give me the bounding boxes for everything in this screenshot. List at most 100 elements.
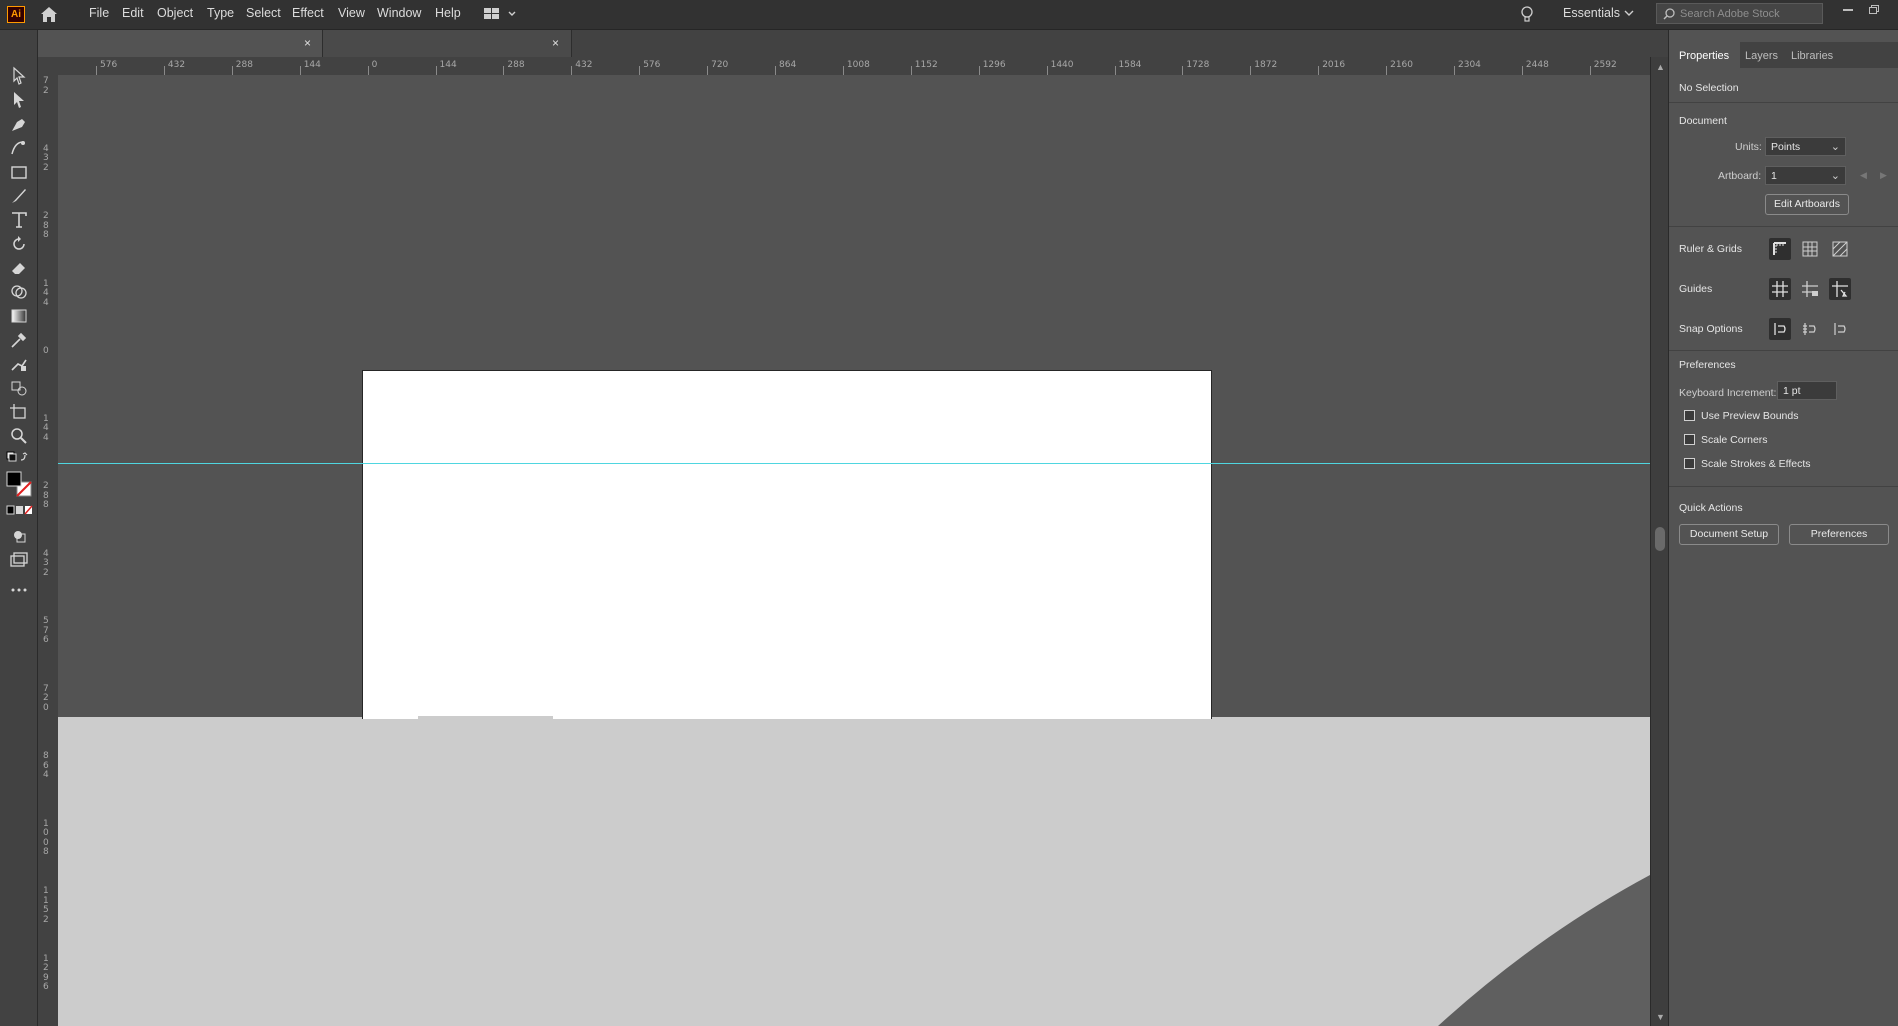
symbol-sprayer-tool-icon[interactable] [9,378,29,398]
scale-corners-checkbox[interactable] [1684,434,1695,445]
ruler-label: 0 [43,346,49,356]
menu-object[interactable]: Object [157,6,193,20]
ruler-label: 4 3 2 [43,548,49,578]
fill-stroke-swatch-icon[interactable] [5,470,33,500]
type-tool-icon[interactable] [9,210,29,230]
curvature-tool-icon[interactable] [9,138,29,158]
menu-view[interactable]: View [338,6,365,20]
ruler-label: 1728 [1186,60,1210,70]
eyedropper-tool-icon[interactable] [9,330,29,350]
draw-mode-icon[interactable] [9,526,29,546]
ruler-label: 1 0 0 8 [43,818,49,857]
transparency-grid-icon[interactable] [1829,238,1851,260]
document-tab-1[interactable]: × [38,30,323,57]
vertical-scrollbar[interactable]: ▲ ▼ [1650,57,1669,1026]
minimize-icon[interactable] [1843,9,1853,11]
canvas[interactable] [58,75,1650,1026]
menu-edit[interactable]: Edit [122,6,144,20]
rectangle-tool-icon[interactable] [9,162,29,182]
guide-line[interactable] [58,463,1650,464]
home-icon[interactable] [40,6,58,23]
menu-type[interactable]: Type [207,6,234,20]
tab-layers[interactable]: Layers [1745,50,1778,62]
ruler-icon[interactable] [1769,238,1791,260]
ruler-label: 7 2 0 [43,683,49,713]
ruler-label: 576 [100,60,118,70]
chevron-down-icon[interactable] [1624,9,1634,17]
ruler-tick [299,66,301,75]
pen-tool-icon[interactable] [9,114,29,134]
color-mode-icon[interactable] [5,504,33,518]
menu-select[interactable]: Select [246,6,281,20]
properties-panel: Properties Layers Libraries No Selection… [1668,30,1898,1026]
shape-builder-tool-icon[interactable] [9,282,29,302]
close-tab-icon[interactable]: × [304,36,311,50]
menu-window[interactable]: Window [377,6,421,20]
scroll-down-icon[interactable]: ▼ [1656,1012,1665,1022]
artboard-select[interactable]: 1 ⌄ [1765,166,1846,185]
arrange-documents-icon[interactable] [482,6,522,22]
lock-guides-icon[interactable] [1799,278,1821,300]
direct-selection-tool-icon[interactable] [9,90,29,110]
ruler-tick [1250,66,1252,75]
preferences-button[interactable]: Preferences [1789,524,1889,545]
gradient-tool-icon[interactable] [9,306,29,326]
menu-help[interactable]: Help [435,6,461,20]
ruler-tick [978,66,980,75]
divider [1669,486,1898,487]
app-logo: Ai [7,6,25,23]
ruler-label: 1 4 4 [43,278,49,308]
show-guides-icon[interactable] [1769,278,1791,300]
smart-guides-icon[interactable] [1829,278,1851,300]
snap-options-label: Snap Options [1679,323,1743,335]
tab-properties[interactable]: Properties [1679,50,1729,62]
screen-mode-icon[interactable] [9,550,29,570]
document-tab-bar: × × [38,30,1668,57]
artboard[interactable] [362,370,1212,719]
tab-libraries[interactable]: Libraries [1791,50,1833,62]
ruler-label: 1 1 5 2 [43,886,49,925]
blend-tool-icon[interactable] [9,354,29,374]
next-artboard-icon[interactable]: ▶ [1880,170,1887,181]
prev-artboard-icon[interactable]: ◀ [1860,170,1867,181]
keyboard-increment-label: Keyboard Increment: [1679,387,1777,399]
restore-window-icon[interactable] [1869,5,1879,14]
ruler-tick [367,66,369,75]
paintbrush-tool-icon[interactable] [9,186,29,206]
document-setup-button[interactable]: Document Setup [1679,524,1779,545]
artboard-tool-icon[interactable] [9,402,29,422]
document-tab-2[interactable]: × [323,30,572,57]
more-tools-icon[interactable] [9,580,29,600]
ruler-tick [571,66,573,75]
scroll-up-icon[interactable]: ▲ [1656,62,1665,72]
swap-fill-stroke-icon[interactable] [5,450,29,470]
stock-search-input[interactable]: Search Adobe Stock [1656,3,1823,24]
document-header: Document [1679,115,1727,127]
close-tab-icon[interactable]: × [552,36,559,50]
snap-to-pixel-icon[interactable] [1829,318,1851,340]
artboard-value: 1 [1771,170,1777,182]
menu-effect[interactable]: Effect [292,6,324,20]
zoom-tool-icon[interactable] [9,426,29,446]
units-select[interactable]: Points ⌄ [1765,137,1846,156]
ruler-tick [96,66,97,75]
rotate-tool-icon[interactable] [9,234,29,254]
eraser-tool-icon[interactable] [9,258,29,278]
scale-strokes-checkbox[interactable] [1684,458,1695,469]
workspace-label[interactable]: Essentials [1563,6,1620,20]
snap-to-grid-icon[interactable] [1799,318,1821,340]
quick-actions-header: Quick Actions [1679,502,1743,514]
ruler-label: 1584 [1118,60,1142,70]
scroll-thumb[interactable] [1655,527,1665,551]
lightbulb-icon[interactable] [1520,5,1534,24]
use-preview-bounds-checkbox[interactable] [1684,410,1695,421]
menu-file[interactable]: File [89,6,109,20]
selection-tool-icon[interactable] [9,66,29,86]
keyboard-increment-input[interactable]: 1 pt [1777,381,1837,400]
edit-artboards-button[interactable]: Edit Artboards [1765,194,1849,215]
grid-icon[interactable] [1799,238,1821,260]
ruler-tick [435,66,437,75]
ruler-label: 288 [235,60,253,70]
divider [1669,226,1898,227]
snap-to-point-icon[interactable] [1769,318,1791,340]
